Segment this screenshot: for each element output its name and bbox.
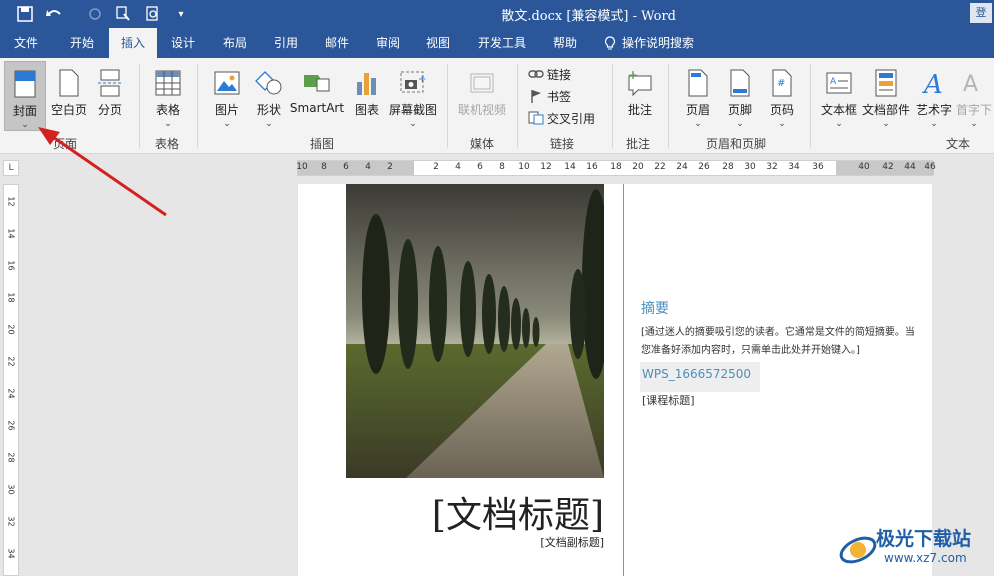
- annotation-arrow: [38, 127, 167, 217]
- watermark-name: 极光下载站: [876, 528, 972, 550]
- site-watermark: 极光下载站 www.xz7.com: [836, 520, 994, 576]
- watermark-url: www.xz7.com: [884, 551, 967, 565]
- watermark-logo-icon: [839, 536, 877, 564]
